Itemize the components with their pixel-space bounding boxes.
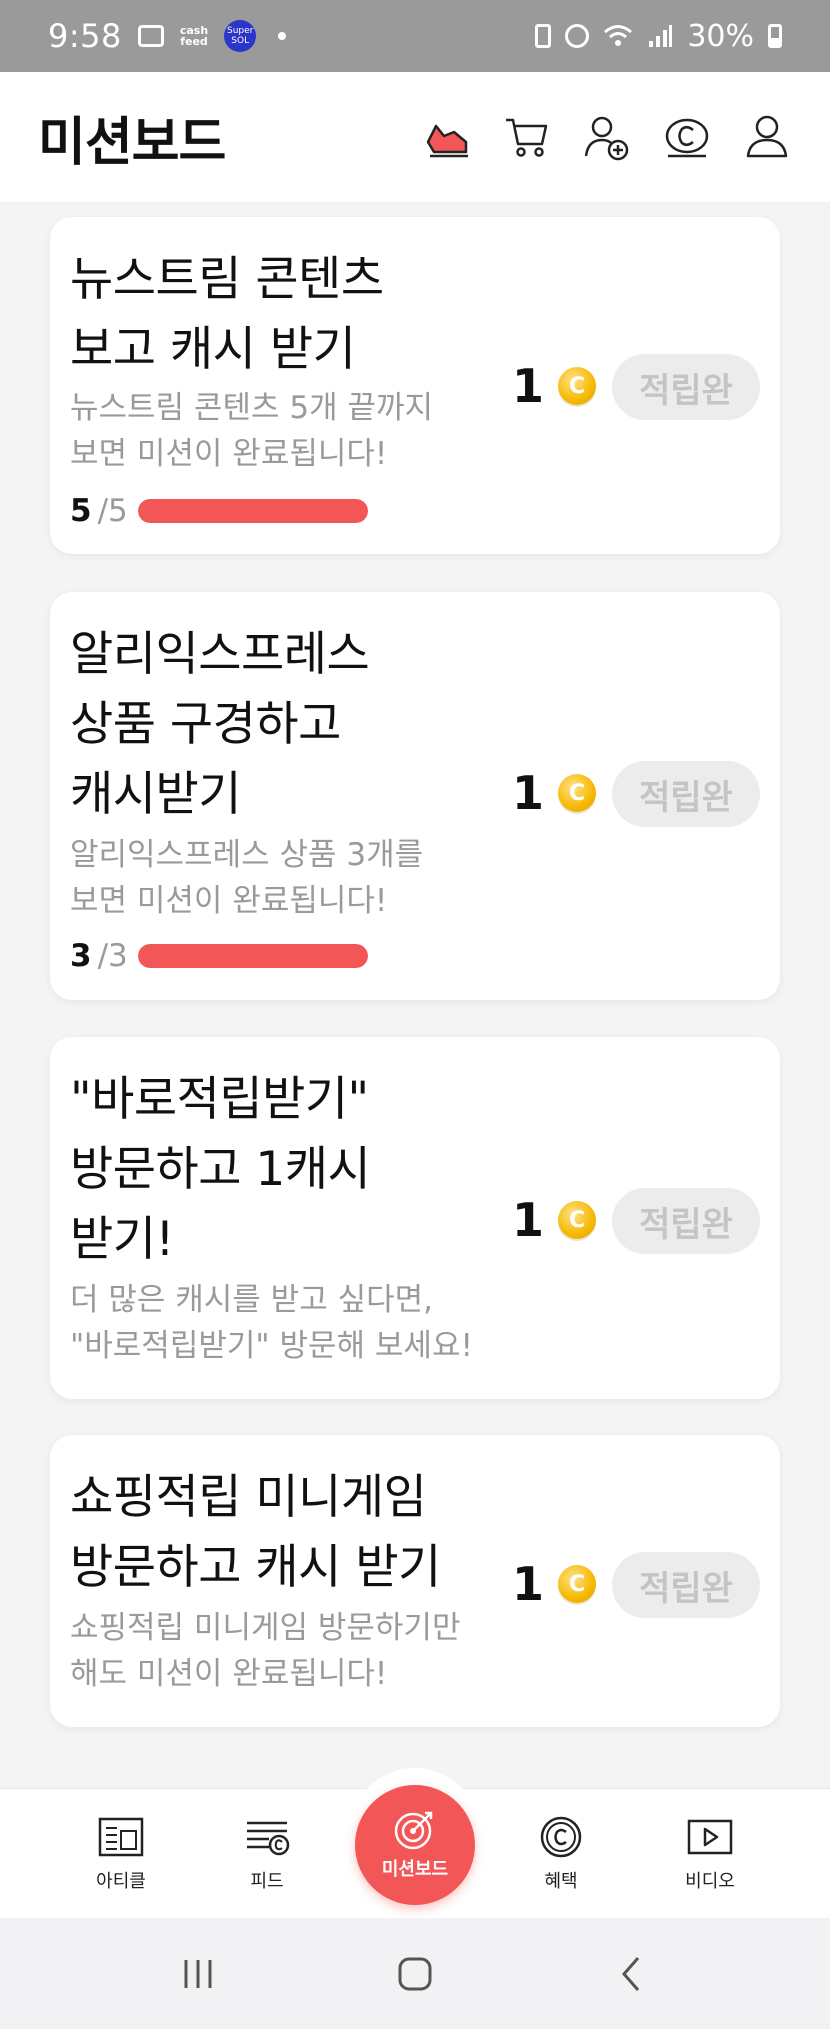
mission-description: 더 많은 캐시를 받고 싶다면, "바로적립받기" 방문해 보세요!: [70, 1282, 473, 1364]
status-right: 30%: [535, 19, 782, 54]
status-pill[interactable]: 적립완: [612, 1552, 760, 1618]
mission-title: "바로적립받기" 방문하고 1캐시 받기!: [70, 1072, 371, 1267]
home-icon: [398, 1957, 432, 1990]
battery-icon: [768, 24, 782, 48]
supersol-notification-icon: Super SOL: [224, 20, 257, 52]
coin-icon: C: [558, 774, 597, 812]
mission-card[interactable]: 뉴스트림 콘텐츠 보고 캐시 받기 뉴스트림 콘텐츠 5개 끝까지 보면 미션이…: [50, 217, 780, 554]
mission-reward: 1 C: [512, 1193, 597, 1247]
coin-icon: C: [558, 1565, 597, 1603]
battery-percent: 30%: [687, 18, 754, 54]
gallery-notification-icon: [137, 25, 164, 47]
reward-amount: 1: [512, 1557, 545, 1611]
mission-reward: 1 C: [512, 1557, 597, 1611]
page-title: 미션보드: [38, 112, 226, 173]
profile-icon[interactable]: [742, 112, 792, 162]
mission-description: 쇼핑적립 미니게임 방문하기만 해도 미션이 완료됩니다!: [70, 1610, 461, 1692]
nav-item-feed[interactable]: 피드: [212, 1815, 322, 1893]
signal-icon: [649, 25, 673, 47]
article-icon: [98, 1817, 144, 1857]
nav-label: 미션보드: [381, 1859, 449, 1880]
progress-total: /3: [97, 938, 128, 974]
status-bar: 9:58 cash feed Super SOL 30%: [0, 0, 830, 72]
cart-icon[interactable]: [502, 112, 552, 162]
nav-label: 아티클: [96, 1871, 146, 1892]
progress-bar: [137, 499, 368, 523]
status-time: 9:58: [48, 17, 122, 55]
nav-item-benefit[interactable]: 혜택: [506, 1815, 616, 1893]
power-saving-icon: [535, 24, 552, 48]
mission-reward: 1 C: [512, 359, 597, 413]
target-icon: [394, 1811, 433, 1850]
add-friend-icon[interactable]: [582, 112, 632, 162]
header-actions: [422, 112, 792, 162]
cashfeed-notification-icon: cash feed: [179, 24, 209, 48]
app-header: 미션보드: [0, 72, 830, 202]
progress-total: /5: [97, 493, 128, 529]
reward-amount: 1: [512, 766, 545, 820]
coin-icon: C: [558, 367, 597, 405]
mission-description: 알리익스프레스 상품 3개를 보면 미션이 완료됩니다!: [70, 837, 424, 919]
nav-label: 비디오: [685, 1871, 735, 1892]
mission-card[interactable]: "바로적립받기" 방문하고 1캐시 받기! 더 많은 캐시를 받고 싶다면, "…: [50, 1037, 780, 1399]
wifi-icon: [604, 25, 633, 46]
mission-title: 알리익스프레스 상품 구경하고 캐시받기: [70, 627, 370, 822]
mission-reward: 1 C: [512, 766, 597, 820]
status-pill[interactable]: 적립완: [612, 761, 760, 827]
back-icon: [621, 1956, 639, 1991]
status-pill[interactable]: 적립완: [612, 354, 760, 420]
mission-card[interactable]: 쇼핑적립 미니게임 방문하고 캐시 받기 쇼핑적립 미니게임 방문하기만 해도 …: [50, 1435, 780, 1727]
coin-icon: C: [558, 1201, 597, 1239]
progress-done: 5: [70, 493, 92, 529]
progress-bar: [137, 944, 368, 968]
nav-item-mission-board[interactable]: 미션보드: [355, 1785, 475, 1905]
nav-item-video[interactable]: 비디오: [655, 1815, 765, 1893]
reward-amount: 1: [512, 1193, 545, 1247]
status-pill[interactable]: 적립완: [612, 1188, 760, 1254]
mission-description: 뉴스트림 콘텐츠 5개 끝까지 보면 미션이 완료됩니다!: [70, 390, 434, 472]
recent-apps-button[interactable]: [168, 1949, 228, 1999]
progress-fill: [137, 944, 368, 968]
nav-label: 피드: [250, 1871, 284, 1892]
mission-card[interactable]: 알리익스프레스 상품 구경하고 캐시받기 알리익스프레스 상품 3개를 보면 미…: [50, 592, 780, 1000]
home-button[interactable]: [385, 1949, 445, 1999]
more-notifications-icon: [278, 32, 287, 40]
progress-fill: [137, 499, 368, 523]
reward-amount: 1: [512, 359, 545, 413]
feed-icon: [247, 1821, 290, 1856]
benefit-coin-icon: [540, 1816, 582, 1858]
mission-progress: 5 /5: [70, 493, 368, 529]
mission-title: 뉴스트림 콘텐츠 보고 캐시 받기: [70, 252, 384, 377]
nav-label: 혜택: [544, 1871, 578, 1892]
nav-item-article[interactable]: 아티클: [66, 1815, 176, 1893]
status-left: 9:58 cash feed Super SOL: [48, 17, 287, 55]
progress-done: 3: [70, 938, 92, 974]
mission-title: 쇼핑적립 미니게임 방문하고 캐시 받기: [70, 1470, 441, 1595]
alarm-icon: [565, 24, 590, 48]
system-nav: [0, 1918, 830, 2029]
back-button[interactable]: [602, 1949, 662, 1999]
video-icon: [687, 1819, 733, 1855]
sneaker-icon[interactable]: [422, 112, 472, 162]
cash-coin-icon[interactable]: [662, 112, 712, 162]
recent-apps-icon: [184, 1959, 212, 1988]
mission-progress: 3 /3: [70, 938, 368, 974]
